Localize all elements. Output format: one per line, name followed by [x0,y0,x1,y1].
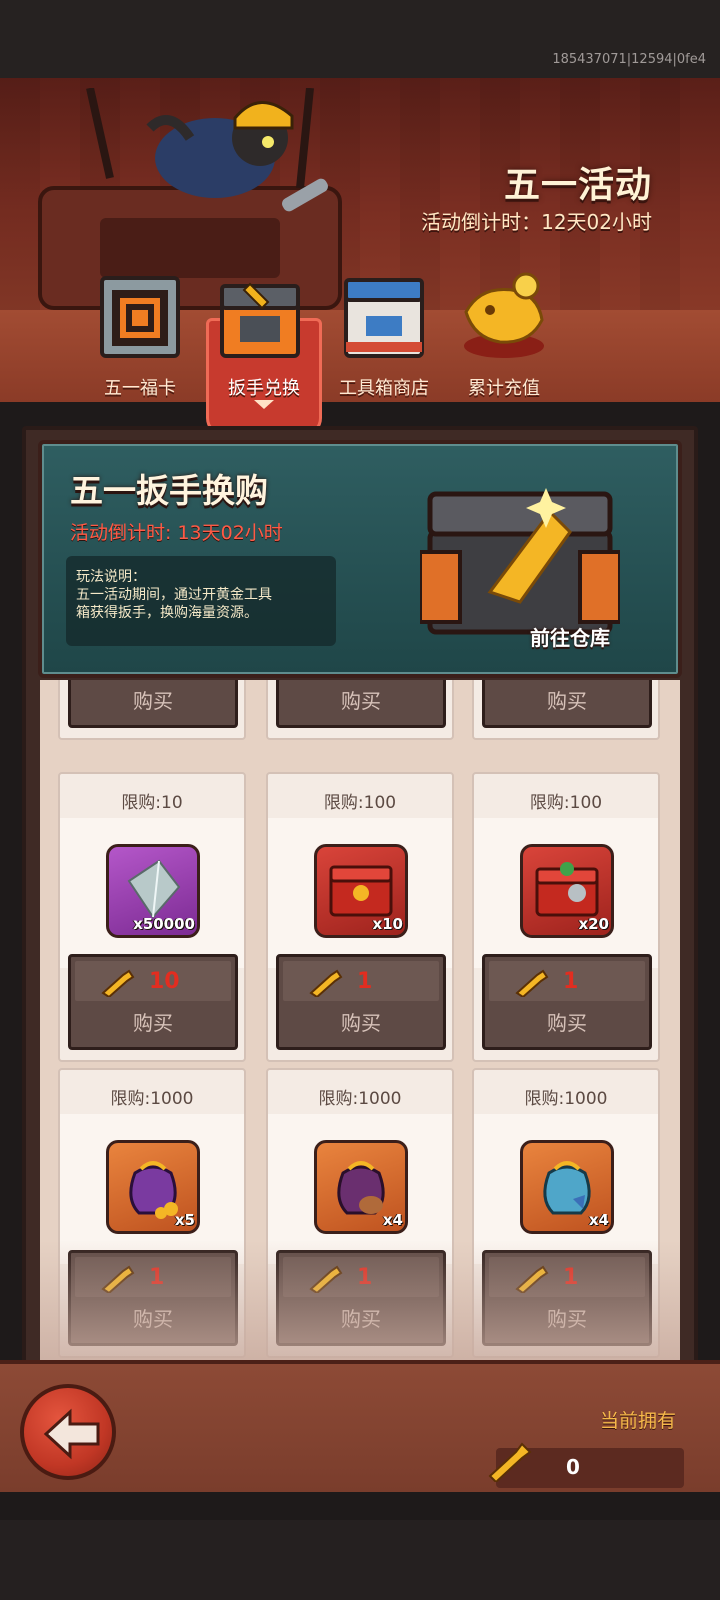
price-value: 1 [563,1265,579,1290]
item-quantity: x20 [578,915,609,933]
item-card: 限购:1000 x4 1 购买 [266,1068,454,1358]
buy-label: 购买 [547,1011,587,1035]
wrench-icon [515,1265,549,1293]
item-quantity: x50000 [133,915,195,933]
tab-label: 累计充值 [468,378,540,399]
buy-label: 购买 [133,1011,173,1035]
event-title: 五一活动 [503,165,652,206]
wrench-icon [101,969,135,997]
wrench-icon [309,1265,343,1293]
exchange-title: 五一扳手换购 [70,471,268,510]
system-nav-bar [0,1520,720,1600]
exchange-countdown: 活动倒计时: 13天02小时 [70,522,283,544]
buy-button[interactable]: 10 购买 [68,954,238,1050]
wrench-icon [309,969,343,997]
buy-label: 购买 [341,1011,381,1035]
price-row: 1 [489,1257,645,1297]
buy-button[interactable]: 1 购买 [482,954,652,1050]
wrench-chest-icon [220,282,300,358]
back-arrow-icon [43,1408,100,1460]
tab-label: 工具箱商店 [339,378,429,399]
item-card: 限购:1000 x4 1 购买 [472,1068,660,1358]
buy-button[interactable]: 1 购买 [68,1250,238,1346]
purchase-limit: 限购:1000 [318,1089,402,1109]
buy-button[interactable]: 8 购买 [482,680,652,728]
buy-label: 购买 [341,1307,381,1331]
exchange-header-panel: 五一扳手换购 活动倒计时: 13天02小时 玩法说明： 五一活动期间，通过开黄金… [38,440,682,678]
price-value: 1 [357,1265,373,1290]
status-bar: 185437071|12594|0fe4 [0,0,720,78]
purchase-limit: 限购:100 [323,793,397,813]
item-quantity: x10 [372,915,403,933]
item-quantity: x5 [174,1211,195,1229]
price-value: 1 [357,969,373,994]
golden-wrench-chest-icon[interactable] [420,482,620,642]
purchase-limit: 限购:10 [121,793,183,813]
tab-label: 五一福卡 [104,378,176,399]
rules-description: 玩法说明： 五一活动期间，通过开黄金工具 箱获得扳手，换购海量资源。 [66,556,336,646]
purchase-limit: 限购:1000 [110,1089,194,1109]
blue-bag-icon[interactable]: x4 [520,1140,614,1234]
tab-wrench-exchange[interactable]: 扳手兑换 [202,272,322,436]
red-chest-icon[interactable]: x10 [314,844,408,938]
price-value: 1 [563,969,579,994]
purchase-limit: 限购:1000 [524,1089,608,1109]
tab-label: 扳手兑换 [228,378,300,399]
price-row: 10 [75,961,231,1001]
buy-label: 购买 [547,1307,587,1331]
tab-wuyi-fuka[interactable]: 五一福卡 [82,272,198,410]
purchase-limit: 限购:100 [529,793,603,813]
event-countdown: 活动倒计时：12天02小时 [421,210,652,234]
item-card: 限购:100 x10 1 购买 [266,772,454,1062]
gold-fish-trophy-icon [464,272,544,358]
meat-bag-icon[interactable]: x4 [314,1140,408,1234]
buy-label: 购买 [547,689,587,713]
tab-cumulative-recharge[interactable]: 累计充值 [446,272,562,410]
buy-button[interactable]: 1 购买 [276,954,446,1050]
price-row: 1 [283,961,439,1001]
wrench-icon [488,1442,532,1482]
item-card: 限购:100 x20 1 购买 [472,772,660,1062]
buy-button[interactable]: 10 购买 [68,680,238,728]
toolbox-icon [344,278,424,358]
card-box-icon [100,276,180,358]
item-quantity: x4 [588,1211,609,1229]
active-tab-arrow [254,400,274,409]
item-card: 10 购买 [266,680,454,740]
buy-label: 购买 [133,689,173,713]
version-text: 185437071|12594|0fe4 [552,52,706,67]
item-card: 10 购买 [58,680,246,740]
owned-count: 0 [566,1455,580,1479]
price-row: 1 [283,1257,439,1297]
back-button[interactable] [20,1384,116,1480]
rules-line: 箱获得扳手，换购海量资源。 [76,605,258,621]
gift-chest-icon[interactable]: x20 [520,844,614,938]
wrench-icon [101,1265,135,1293]
go-to-warehouse-button[interactable]: 前往仓库 [530,622,610,651]
wrench-icon [515,969,549,997]
price-value: 1 [149,1265,165,1290]
buy-button[interactable]: 10 购买 [276,680,446,728]
item-quantity: x4 [382,1211,403,1229]
item-card: 8 购买 [472,680,660,740]
item-grid: 10 购买 10 购买 8 购买 限购:10 [40,680,680,1360]
crystal-icon[interactable]: x50000 [106,844,200,938]
price-value: 10 [149,969,180,994]
price-row: 1 [75,1257,231,1297]
rules-line: 玩法说明： [76,569,146,585]
rules-line: 五一活动期间，通过开黄金工具 [76,587,272,603]
tab-toolbox-shop[interactable]: 工具箱商店 [326,272,442,410]
item-card: 限购:1000 x5 1 购买 [58,1068,246,1358]
buy-button[interactable]: 1 购买 [276,1250,446,1346]
price-row: 1 [489,961,645,1001]
buy-label: 购买 [341,689,381,713]
buy-label: 购买 [133,1307,173,1331]
purple-bag-icon[interactable]: x5 [106,1140,200,1234]
buy-button[interactable]: 1 购买 [482,1250,652,1346]
item-card: 限购:10 x50000 10 购买 [58,772,246,1062]
owned-label: 当前拥有 [599,1410,676,1432]
